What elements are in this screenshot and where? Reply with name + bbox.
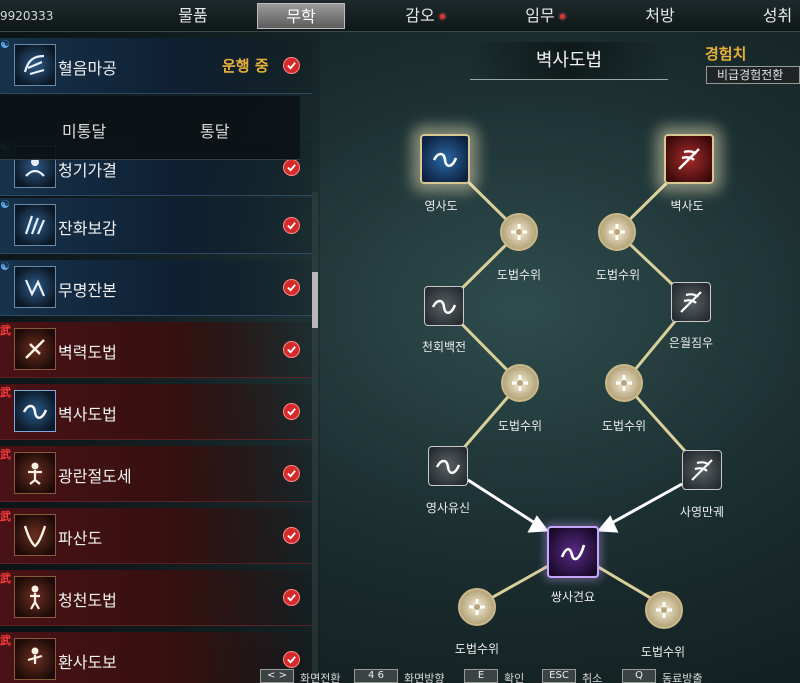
mastery-plus-node[interactable] <box>645 591 683 629</box>
node-label: 도법수위 <box>496 268 542 282</box>
key-hint: E <box>464 669 498 683</box>
node-label: 사영만궤 <box>679 505 725 519</box>
node-label: 도법수위 <box>595 268 641 282</box>
skill-node-cheonhoe[interactable] <box>424 286 464 326</box>
mastery-plus-node[interactable] <box>605 364 643 402</box>
plus-icon <box>616 375 632 391</box>
node-label: 천회백전 <box>421 340 467 354</box>
plus-icon <box>609 224 625 240</box>
serpent-blade-icon <box>435 459 461 474</box>
node-label: 도법수위 <box>497 419 543 433</box>
help-label: 화면방향 <box>404 672 445 683</box>
help-label: 화면전환 <box>300 672 341 683</box>
skill-node-yeongsado[interactable] <box>420 134 470 184</box>
skill-node-ssangsa[interactable] <box>547 526 599 578</box>
key-hint: Q <box>622 669 656 683</box>
key-hint: 4 6 <box>354 669 398 683</box>
secret-exp-convert-button[interactable]: 비급경험전환 <box>706 66 800 84</box>
twin-serpent-icon <box>560 544 586 561</box>
mastery-plus-node[interactable] <box>501 364 539 402</box>
mastery-plus-node[interactable] <box>500 213 538 251</box>
skill-node-eunwol[interactable] <box>671 282 711 322</box>
control-help-bar: < > 화면전환 4 6 화면방향 E 확인 ESC 취소 Q 동료방출 <box>250 668 800 683</box>
skill-node-yeongsayusin[interactable] <box>428 446 468 486</box>
node-label: 영사유신 <box>425 501 471 515</box>
node-label: 도법수위 <box>454 642 500 656</box>
plus-icon <box>511 224 527 240</box>
experience-label: 경험치 <box>705 45 747 63</box>
serpent-blade-icon <box>432 152 458 168</box>
plus-icon <box>469 599 485 615</box>
key-hint: < > <box>260 669 294 683</box>
skill-tree-title: 벽사도법 <box>470 42 668 80</box>
key-hint: ESC <box>542 669 576 683</box>
help-label: 취소 <box>582 672 603 683</box>
node-label: 벽사도 <box>670 199 704 213</box>
mastery-plus-node[interactable] <box>598 213 636 251</box>
skill-node-sayeong[interactable] <box>682 450 722 490</box>
serpent-blade-icon <box>431 299 457 314</box>
plus-icon <box>512 375 528 391</box>
skill-node-byeoksado[interactable] <box>664 134 714 184</box>
blade-flame-icon <box>691 459 713 481</box>
plus-icon <box>656 602 672 618</box>
mastery-plus-node[interactable] <box>458 588 496 626</box>
help-label: 동료방출 <box>662 672 703 683</box>
blade-flame-icon <box>680 291 702 313</box>
blade-flame-icon <box>678 148 700 170</box>
node-label: 영사도 <box>424 199 458 213</box>
node-label: 쌍사견요 <box>550 590 596 604</box>
help-label: 확인 <box>504 672 525 683</box>
node-label: 은월짐우 <box>668 336 714 350</box>
node-label: 도법수위 <box>640 645 686 659</box>
node-label: 도법수위 <box>601 419 647 433</box>
